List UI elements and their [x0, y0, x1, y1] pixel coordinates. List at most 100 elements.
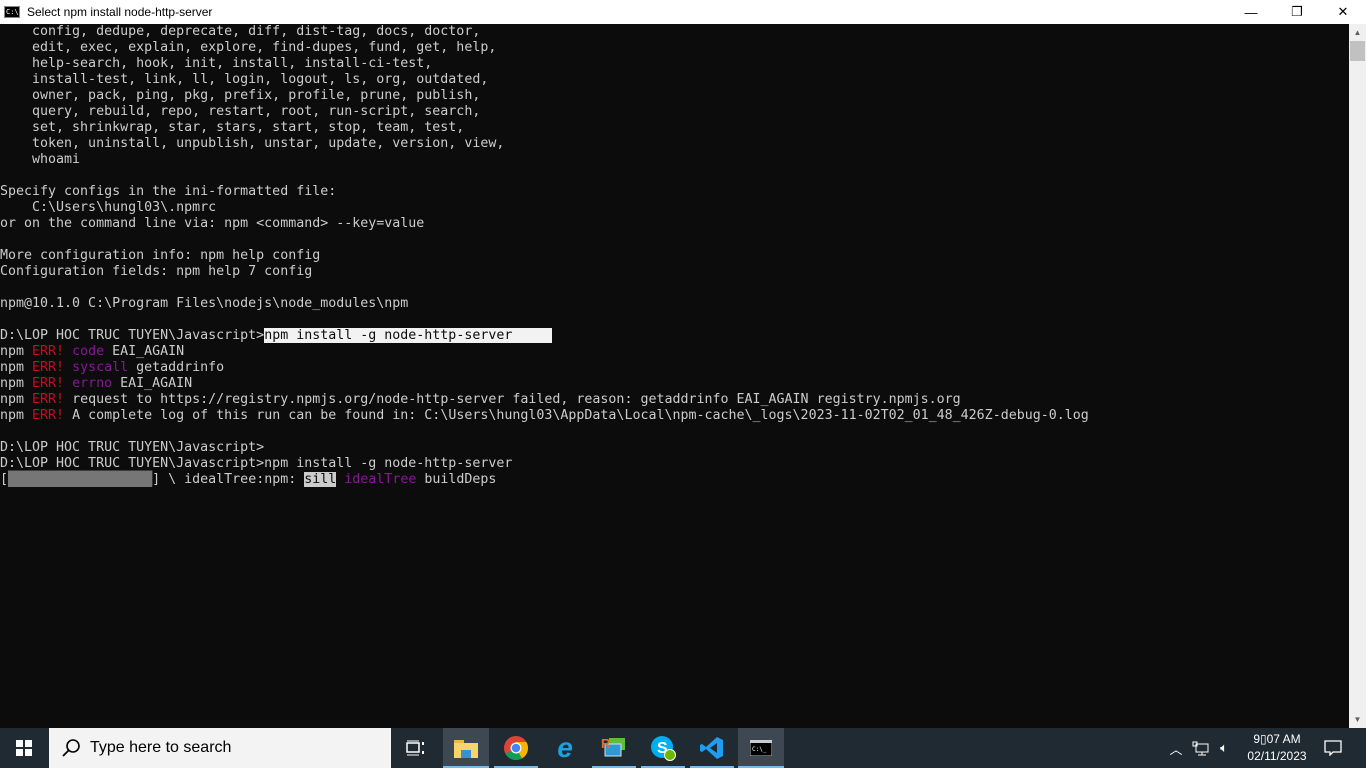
error-label: ERR!	[32, 392, 65, 407]
folder-icon	[454, 740, 478, 758]
terminal-text: Configuration fields: npm help 7 config	[0, 264, 313, 279]
error-label: ERR!	[32, 376, 65, 391]
scrollbar-thumb[interactable]	[1350, 41, 1365, 61]
terminal-text: getaddrinfo	[128, 360, 225, 375]
terminal-line: D:\LOP HOC TRUC TUYEN\Javascript>npm ins…	[0, 328, 1349, 344]
terminal-text: EAI_AGAIN	[104, 344, 185, 359]
terminal-line: npm@10.1.0 C:\Program Files\nodejs\node_…	[0, 296, 1349, 312]
network-button[interactable]	[1190, 728, 1212, 768]
terminal-text: More configuration info: npm help config	[0, 248, 321, 263]
internet-explorer-icon: e	[557, 732, 573, 763]
window-title: Select npm install node-http-server	[27, 5, 213, 19]
skype-button[interactable]: S	[641, 728, 685, 768]
terminal-text: D:\LOP HOC TRUC TUYEN\Javascript>	[0, 328, 265, 343]
terminal-text: D:\LOP HOC TRUC TUYEN\Javascript>npm ins…	[0, 456, 513, 471]
internet-explorer-button[interactable]: e	[543, 728, 587, 768]
terminal-line: D:\LOP HOC TRUC TUYEN\Javascript>npm ins…	[0, 456, 1349, 472]
svg-text:R: R	[601, 736, 611, 751]
scroll-up-icon[interactable]: ▲	[1349, 24, 1366, 41]
terminal-text: config, dedupe, deprecate, diff, dist-ta…	[0, 24, 481, 39]
notification-icon	[1324, 740, 1342, 756]
terminal-line: install-test, link, ll, login, logout, l…	[0, 72, 1349, 88]
terminal-line: set, shrinkwrap, star, stars, start, sto…	[0, 120, 1349, 136]
terminal-text: ] \ idealTree:npm:	[152, 472, 305, 487]
terminal-text: owner, pack, ping, pkg, prefix, profile,…	[0, 88, 481, 103]
start-button[interactable]	[0, 728, 48, 768]
clock-time: 9▯07 AM	[1253, 732, 1301, 746]
task-view-icon	[406, 740, 424, 756]
terminal-text: edit, exec, explain, explore, find-dupes…	[0, 40, 497, 55]
terminal-line: query, rebuild, repo, restart, root, run…	[0, 104, 1349, 120]
terminal-text: npm	[0, 376, 33, 391]
scroll-down-icon[interactable]: ▼	[1349, 711, 1366, 728]
terminal-text: code	[72, 344, 105, 359]
terminal-text: set, shrinkwrap, star, stars, start, sto…	[0, 120, 465, 135]
clock-date: 02/11/2023	[1247, 749, 1307, 763]
terminal-line: owner, pack, ping, pkg, prefix, profile,…	[0, 88, 1349, 104]
terminal-text: sill	[304, 472, 337, 487]
minimize-button[interactable]: —	[1228, 0, 1274, 24]
search-placeholder: Type here to search	[90, 739, 232, 756]
terminal-line: npm ERR! syscall getaddrinfo	[0, 360, 1349, 376]
title-bar: C:\ Select npm install node-http-server …	[0, 0, 1366, 24]
terminal-text: query, rebuild, repo, restart, root, run…	[0, 104, 481, 119]
action-center-button[interactable]	[1318, 728, 1348, 768]
speaker-icon: 🔈︎	[1220, 740, 1228, 755]
terminal-text: C:\Users\hungl03\.npmrc	[0, 200, 217, 215]
windows-icon	[16, 740, 32, 756]
error-label: ERR!	[32, 360, 65, 375]
terminal-text: syscall	[72, 360, 129, 375]
terminal-text: install-test, link, ll, login, logout, l…	[0, 72, 489, 87]
taskbar: Type here to search e R S C:\_ ︿ 🔈︎ 9▯07…	[0, 728, 1366, 768]
terminal-text: npm	[0, 408, 33, 423]
terminal-text: buildDeps	[416, 472, 497, 487]
remote-desktop-icon: R	[601, 736, 625, 757]
terminal-line: Specify configs in the ini-formatted fil…	[0, 184, 1349, 200]
search-icon	[62, 739, 80, 757]
terminal-text: D:\LOP HOC TRUC TUYEN\Javascript>	[0, 440, 265, 455]
command-prompt-button[interactable]: C:\_	[738, 728, 784, 768]
terminal-line: help-search, hook, init, install, instal…	[0, 56, 1349, 72]
chrome-button[interactable]	[494, 728, 538, 768]
vscode-button[interactable]	[690, 728, 734, 768]
terminal-line: config, dedupe, deprecate, diff, dist-ta…	[0, 24, 1349, 40]
progress-bar: ██████████████████	[8, 472, 153, 487]
network-icon	[1192, 741, 1209, 756]
terminal-output[interactable]: config, dedupe, deprecate, diff, dist-ta…	[0, 24, 1349, 728]
task-view-button[interactable]	[393, 728, 439, 768]
close-button[interactable]: ✕	[1320, 0, 1366, 24]
search-box[interactable]: Type here to search	[49, 728, 391, 768]
terminal-text: EAI_AGAIN	[112, 376, 193, 391]
terminal-text: A complete log of this run can be found …	[64, 408, 1089, 423]
clock[interactable]: 9▯07 AM 02/11/2023	[1232, 731, 1322, 765]
terminal-text: npm	[0, 360, 33, 375]
cmd-icon: C:\	[4, 6, 20, 18]
terminal-line: More configuration info: npm help config	[0, 248, 1349, 264]
terminal-line: or on the command line via: npm <command…	[0, 216, 1349, 232]
terminal-text: token, uninstall, unpublish, unstar, upd…	[0, 136, 505, 151]
terminal-line: C:\Users\hungl03\.npmrc	[0, 200, 1349, 216]
file-explorer-button[interactable]	[443, 728, 489, 768]
vertical-scrollbar[interactable]: ▲ ▼	[1349, 24, 1366, 728]
svg-text:C:\_: C:\_	[752, 746, 767, 753]
remote-desktop-button[interactable]: R	[592, 728, 636, 768]
terminal-text: idealTree	[344, 472, 417, 487]
error-label: ERR!	[32, 408, 65, 423]
maximize-button[interactable]: ❐	[1274, 0, 1320, 24]
terminal-text: [	[0, 472, 9, 487]
terminal-line: Configuration fields: npm help 7 config	[0, 264, 1349, 280]
terminal-text: whoami	[0, 152, 81, 167]
terminal-line: npm ERR! code EAI_AGAIN	[0, 344, 1349, 360]
terminal-line: npm ERR! A complete log of this run can …	[0, 408, 1349, 424]
terminal-text: Specify configs in the ini-formatted fil…	[0, 184, 337, 199]
chrome-icon	[504, 736, 528, 760]
terminal-text: npm	[0, 344, 33, 359]
show-hidden-icons-button[interactable]: ︿	[1166, 728, 1186, 768]
terminal-line: D:\LOP HOC TRUC TUYEN\Javascript>	[0, 440, 1349, 456]
